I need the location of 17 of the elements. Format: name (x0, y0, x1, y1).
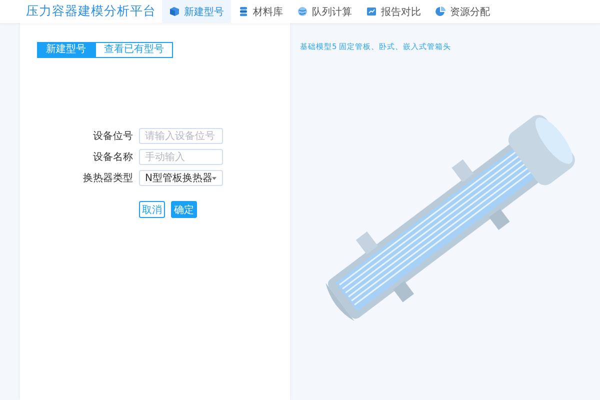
database-icon (238, 6, 249, 17)
cube-icon (169, 6, 180, 17)
field-label: 换热器类型 (82, 172, 133, 185)
globe-icon (297, 6, 308, 17)
nav-tab[interactable]: 队列计算 (290, 0, 359, 23)
nav-tab[interactable]: 材料库 (231, 0, 290, 23)
chart-icon (366, 6, 377, 17)
select-field[interactable]: N型管板换热器 (139, 170, 223, 186)
field-label: 设备位号 (92, 130, 133, 143)
nav-tab[interactable]: 报告对比 (359, 0, 428, 23)
input-field[interactable]: 请输入设备位号 (139, 128, 223, 144)
pie-icon (435, 6, 446, 17)
field-label: 设备名称 (92, 151, 133, 164)
caret-icon (212, 176, 217, 180)
nav-tab[interactable]: 资源分配 (428, 0, 497, 23)
input-field[interactable]: 手动输入 (139, 149, 223, 165)
app-title: 压力容器建模分析平台 (26, 3, 156, 20)
